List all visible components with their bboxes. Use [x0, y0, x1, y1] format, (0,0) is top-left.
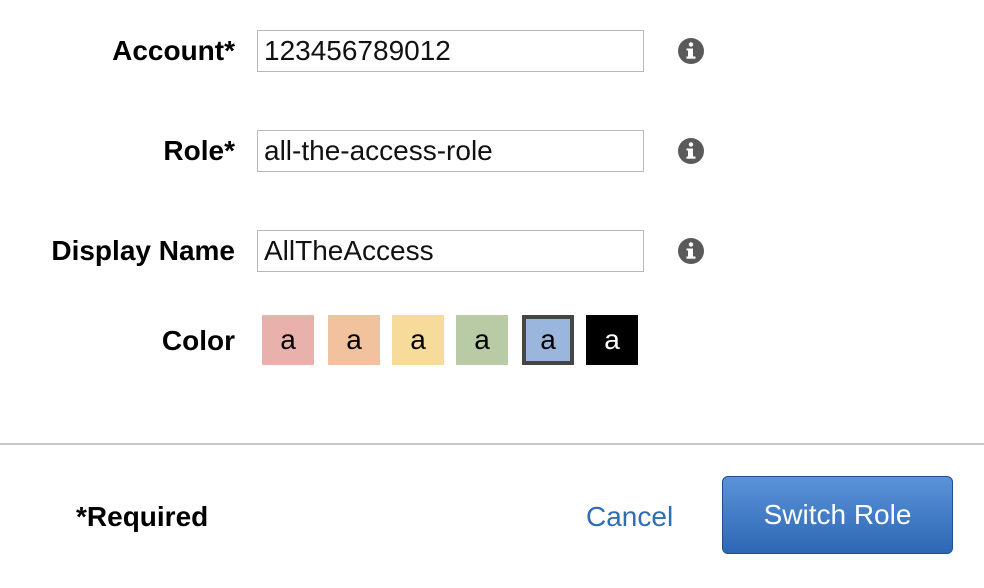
role-field-box [257, 130, 644, 172]
color-swatch-green[interactable]: a [456, 315, 508, 365]
color-swatch-orange[interactable]: a [328, 315, 380, 365]
display-name-field-box [257, 230, 644, 272]
account-input[interactable] [258, 31, 643, 71]
color-swatch-black[interactable]: a [586, 315, 638, 365]
color-swatch-yellow[interactable]: a [392, 315, 444, 365]
role-input[interactable] [258, 131, 643, 171]
footer-divider [0, 443, 984, 445]
info-icon[interactable] [677, 137, 705, 165]
display-name-input[interactable] [258, 231, 643, 271]
switch-role-button[interactable]: Switch Role [722, 476, 953, 554]
color-label: Color [161, 325, 235, 356]
info-icon[interactable] [677, 37, 705, 65]
account-label: Account* [112, 35, 235, 66]
info-icon[interactable] [677, 237, 705, 265]
color-swatch-red[interactable]: a [262, 315, 314, 365]
account-field-box [257, 30, 644, 72]
cancel-link[interactable]: Cancel [586, 500, 673, 534]
required-note: *Required [76, 501, 209, 532]
display-name-label: Display Name [51, 235, 235, 266]
color-swatch-blue[interactable]: a [522, 315, 574, 365]
role-label: Role* [163, 135, 235, 166]
